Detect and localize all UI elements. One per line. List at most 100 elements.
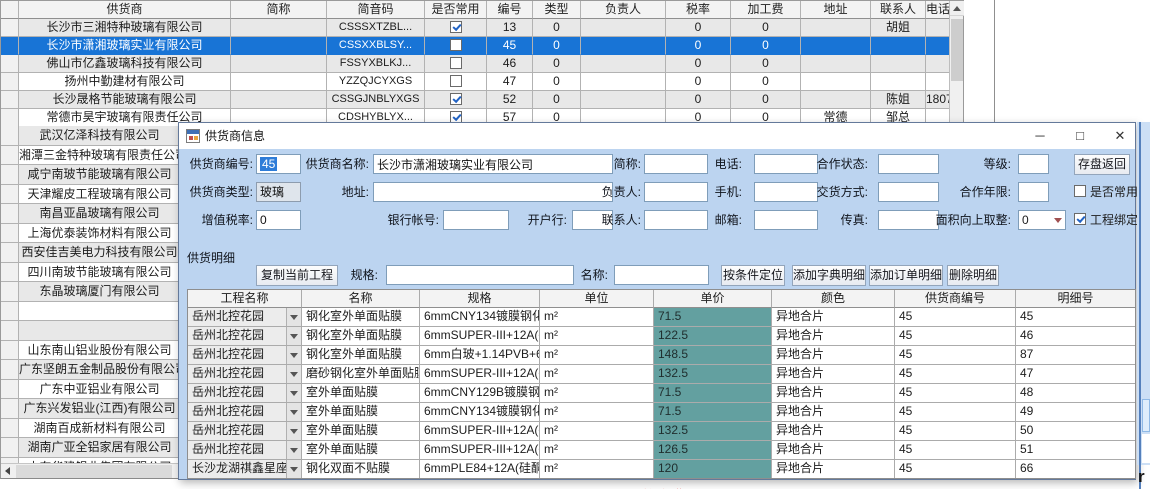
detail-row[interactable]: 岳州北控花园 室外单面贴膜 6mmCNY129B镀膜钢化 m² 71.5 异地合…	[188, 384, 1135, 403]
cell-color[interactable]: 异地合片	[772, 403, 895, 422]
cell-unit[interactable]: m²	[540, 365, 654, 384]
cell-manager[interactable]	[581, 91, 666, 109]
list-item[interactable]: 咸宁南玻节能玻璃有限公司	[1, 165, 179, 185]
detail-row[interactable]: 长沙龙湖祺鑫星座 钢化双面不贴膜 6mmPLE84+12A(硅酮胶... m² …	[188, 460, 1135, 479]
col-header-abbr[interactable]: 简称	[231, 1, 327, 19]
delivery-field[interactable]	[878, 182, 939, 202]
cell-detail-no[interactable]: 46	[1016, 327, 1135, 346]
add-dictionary-detail-button[interactable]: 添加字典明细	[792, 265, 866, 286]
cell-spec[interactable]: 6mmSUPER-III+12A(硅...	[420, 422, 540, 441]
cell-spec[interactable]: 6mmSUPER-III+12A(硅...	[420, 327, 540, 346]
scroll-up-button[interactable]	[950, 1, 964, 16]
checkbox-checked-icon[interactable]	[1074, 213, 1086, 225]
cell-color[interactable]: 异地合片	[772, 441, 895, 460]
cell-supplier-no[interactable]: 45	[895, 422, 1016, 441]
cell-price[interactable]: 120	[654, 460, 772, 479]
checkbox-checked-icon[interactable]	[450, 93, 462, 105]
cell-fee[interactable]: 0	[731, 73, 801, 91]
row-header[interactable]	[1, 73, 19, 91]
checkbox-unchecked-icon[interactable]	[450, 57, 462, 69]
cell-detail-no[interactable]: 47	[1016, 365, 1135, 384]
list-item[interactable]: 广东兴发铝业(江西)有限公司	[1, 399, 179, 419]
cell-pinyin[interactable]: CSSXXBLSY...	[327, 37, 425, 55]
cell-pinyin[interactable]: FSSYXBLKJ...	[327, 55, 425, 73]
cell-common[interactable]	[425, 19, 487, 37]
cell-fee[interactable]: 0	[731, 91, 801, 109]
cell-type[interactable]: 0	[533, 55, 581, 73]
cell-price[interactable]: 148.5	[654, 346, 772, 365]
col-header-no[interactable]: 编号	[487, 1, 533, 19]
cell-supplier-no[interactable]: 45	[895, 384, 1016, 403]
cell-tax[interactable]: 0	[666, 37, 731, 55]
row-header[interactable]	[1, 380, 19, 400]
row-header[interactable]	[1, 91, 19, 109]
cell-type[interactable]: 0	[533, 73, 581, 91]
combo-dropdown-icon[interactable]	[286, 365, 301, 383]
coop-status-field[interactable]	[878, 154, 939, 174]
supplier-type-field[interactable]: 玻璃	[256, 182, 301, 202]
cell-spec[interactable]: 6mm白玻+1.14PVB+6mm...	[420, 346, 540, 365]
combo-dropdown-icon[interactable]	[286, 327, 301, 345]
cell-unit[interactable]: m²	[540, 346, 654, 365]
cell-spec[interactable]: 6mmSUPER-III+12A(硅...	[420, 441, 540, 460]
cell-pinyin[interactable]: CSSGJNBLYXGS	[327, 91, 425, 109]
cell-tax[interactable]: 0	[666, 55, 731, 73]
row-header[interactable]	[1, 224, 19, 244]
cell-supplier[interactable]: 长沙市三湘特种玻璃有限公司	[19, 19, 231, 37]
detail-row[interactable]: 岳州北控花园 钢化室外单面贴膜 6mm白玻+1.14PVB+6mm... m² …	[188, 346, 1135, 365]
delete-detail-button[interactable]: 删除明细	[947, 265, 999, 286]
combo-dropdown-icon[interactable]	[286, 308, 301, 326]
col-header-fee[interactable]: 加工费	[731, 1, 801, 19]
checkbox-unchecked-icon[interactable]	[1074, 185, 1086, 197]
col-header-manager[interactable]: 负责人	[581, 1, 666, 19]
add-order-detail-button[interactable]: 添加订单明细	[869, 265, 943, 286]
cell-supplier[interactable]: 扬州中勤建材有限公司	[19, 73, 231, 91]
cell-price[interactable]: 71.5	[654, 403, 772, 422]
maximize-button[interactable]: □	[1064, 123, 1096, 149]
cell-phone[interactable]	[926, 37, 949, 55]
checkbox-checked-icon[interactable]	[450, 21, 462, 33]
col-header-common[interactable]: 是否常用	[425, 1, 487, 19]
cell-contact[interactable]	[871, 37, 926, 55]
cell-contact[interactable]	[871, 73, 926, 91]
list-item[interactable]: 西安佳吉美电力科技有限公司	[1, 243, 179, 263]
list-item[interactable]: 山东南山铝业股份有限公司	[1, 341, 179, 361]
table-row-selected[interactable]: 长沙市潇湘玻璃实业有限公司 CSSXXBLSY... 45 0 0 0	[1, 37, 963, 55]
checkbox-unchecked-icon[interactable]	[450, 39, 462, 51]
col-header-detail-no[interactable]: 明细号	[1016, 290, 1135, 308]
row-header[interactable]	[1, 109, 19, 127]
cell-supplier-no[interactable]: 45	[895, 308, 1016, 327]
cell-abbr[interactable]	[231, 73, 327, 91]
col-header-spec[interactable]: 规格	[420, 290, 540, 308]
cell-phone[interactable]	[926, 19, 949, 37]
cell-common[interactable]	[425, 55, 487, 73]
cell-supplier-no[interactable]: 45	[895, 346, 1016, 365]
cell-no[interactable]: 45	[487, 37, 533, 55]
common-checkbox[interactable]: 是否常用	[1074, 182, 1138, 202]
cell-name[interactable]: 室外单面贴膜	[302, 384, 420, 403]
cell-unit[interactable]: m²	[540, 460, 654, 479]
col-header-price[interactable]: 单价	[654, 290, 772, 308]
cell-name[interactable]: 钢化室外单面贴膜	[302, 327, 420, 346]
list-item[interactable]: 南昌亚晶玻璃有限公司	[1, 204, 179, 224]
save-return-button[interactable]: 存盘返回	[1074, 154, 1130, 175]
list-item[interactable]: 广东坚朗五金制品股份有限公司	[1, 360, 179, 380]
cell-spec[interactable]: 6mmCNY134镀膜钢化	[420, 403, 540, 422]
cell-detail-no[interactable]: 48	[1016, 384, 1135, 403]
background-scrollbar-thumb[interactable]	[1142, 399, 1150, 432]
grade-field[interactable]	[1018, 154, 1049, 174]
cell-name[interactable]: 室外单面贴膜	[302, 403, 420, 422]
cell-manager[interactable]	[581, 73, 666, 91]
cell-project-combo[interactable]: 岳州北控花园	[188, 346, 302, 365]
cell-abbr[interactable]	[231, 37, 327, 55]
cell-name[interactable]: 磨砂钢化室外单面贴膜	[302, 365, 420, 384]
detail-row[interactable]: 岳州北控花园 室外单面贴膜 6mmSUPER-III+12A(硅... m² 1…	[188, 422, 1135, 441]
list-item[interactable]: 广东中亚铝业有限公司	[1, 380, 179, 400]
cell-color[interactable]: 异地合片	[772, 365, 895, 384]
list-item[interactable]: 湖南百成新材料有限公司	[1, 419, 179, 439]
cell-spec[interactable]: 6mmCNY134镀膜钢化	[420, 308, 540, 327]
col-header-contact[interactable]: 联系人	[871, 1, 926, 19]
cell-supplier[interactable]: 长沙市潇湘玻璃实业有限公司	[19, 37, 231, 55]
cell-unit[interactable]: m²	[540, 327, 654, 346]
col-header-project[interactable]: 工程名称	[188, 290, 302, 308]
